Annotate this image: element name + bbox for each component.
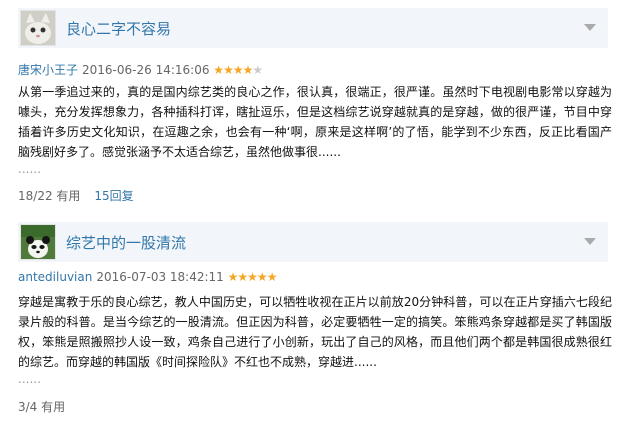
star-icon: ★: [223, 63, 234, 77]
avatar[interactable]: [20, 224, 56, 260]
review-footer: 3/4 有用: [18, 398, 65, 415]
panda-avatar-image: [21, 225, 55, 259]
review-content: 穿越是寓教于乐的良心综艺，教人中国历史，可以牺牲收视在正片以前放20分钟科普，可…: [18, 295, 612, 369]
reply-link[interactable]: 15回复: [94, 189, 133, 203]
star-icon: ★: [242, 63, 254, 77]
star-icon: ★: [252, 63, 263, 77]
review-meta: 唐宋小王子 2016-06-26 14:16:06 ★★★★★: [18, 61, 263, 78]
review-footer: 18/22 有用 15回复: [18, 187, 134, 204]
useful-count[interactable]: 3/4 有用: [18, 400, 65, 414]
star-icon: ★: [237, 270, 248, 284]
cat-avatar-image: [21, 11, 55, 45]
review-title-link[interactable]: 综艺中的一股清流: [66, 232, 186, 253]
review-ellipsis: ......: [18, 162, 41, 176]
review-content: 从第一季追过来的，真的是国内综艺类的良心之作，很认真，很端正，很严谨。虽然时下电…: [18, 85, 612, 159]
chevron-down-icon[interactable]: [584, 238, 596, 245]
useful-count[interactable]: 18/22 有用: [18, 189, 80, 203]
review-title-link[interactable]: 良心二字不容易: [66, 18, 171, 39]
star-icon: ★: [247, 270, 258, 284]
review-title-bar: 良心二字不容易: [18, 8, 608, 48]
chevron-down-icon[interactable]: [584, 24, 596, 31]
star-icon: ★: [266, 270, 278, 284]
star-icon: ★: [227, 270, 239, 284]
author-link[interactable]: 唐宋小王子: [18, 63, 78, 77]
star-icon: ★: [232, 63, 244, 77]
star-icon: ★: [213, 63, 224, 77]
review-date: 2016-07-03 18:42:11: [96, 270, 224, 284]
author-link[interactable]: antediluvian: [18, 270, 92, 284]
review-meta: antediluvian 2016-07-03 18:42:11 ★★★★★: [18, 270, 278, 284]
review-title-bar: 综艺中的一股清流: [18, 222, 608, 262]
review-date: 2016-06-26 14:16:06: [82, 63, 210, 77]
rating-stars: ★★★★★: [225, 270, 278, 284]
star-icon: ★: [256, 270, 268, 284]
rating-stars: ★★★★★: [210, 63, 263, 77]
review-ellipsis: ......: [18, 372, 41, 386]
avatar[interactable]: [20, 10, 56, 46]
